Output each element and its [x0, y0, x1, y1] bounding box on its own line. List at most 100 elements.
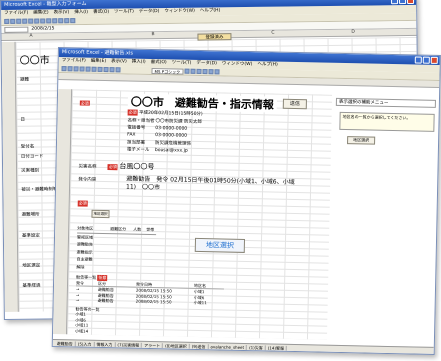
sheet-tab[interactable]: 避難勧告 [54, 340, 76, 347]
sheet-tab[interactable]: アラート [142, 342, 164, 349]
copy-icon[interactable] [34, 18, 40, 24]
bold-icon[interactable] [184, 68, 190, 74]
close-icon[interactable] [430, 56, 438, 64]
save-icon[interactable] [16, 18, 22, 24]
sheet-tab[interactable]: 情報入力 [94, 341, 116, 348]
name-box[interactable] [4, 26, 29, 33]
info-value[interactable]: bousai@xxx.jp [155, 148, 188, 154]
formula-value[interactable]: 2008/2/15 [31, 26, 54, 31]
menu-data[interactable]: データ(D) [196, 60, 217, 68]
sheet-tab[interactable]: avalanche_sheet [208, 344, 248, 351]
close-icon[interactable] [406, 0, 415, 5]
table-header-cell: 世帯 [146, 226, 155, 233]
align-icon[interactable] [202, 69, 208, 75]
menu-tools[interactable]: ツール(T) [114, 8, 134, 16]
sheet-tab[interactable]: (7)災害情報 [115, 342, 143, 348]
front-window-title: Microsoft Excel - 避難勧告.xls [61, 49, 134, 57]
send-button[interactable]: 送信 [282, 98, 307, 110]
maximize-icon[interactable] [398, 0, 407, 5]
disaster-row: 災害名称 必須 台風〇〇号 [78, 160, 154, 172]
undo-icon[interactable] [46, 18, 52, 24]
side-select-button[interactable]: 地区選択 [347, 136, 376, 145]
sum-icon[interactable] [109, 67, 115, 73]
required-tag: 必須 [79, 100, 90, 106]
menu-edit[interactable]: 編集(E) [91, 58, 107, 66]
menu-insert[interactable]: 挿入(I) [74, 9, 88, 17]
list-cell: 避難勧告 [97, 297, 114, 304]
list-cell: → [75, 297, 80, 303]
new-icon[interactable] [4, 18, 10, 24]
back-label-6: 避難場所 [21, 212, 40, 218]
menu-help[interactable]: ヘルプ(H) [257, 61, 278, 69]
font-select[interactable]: MS Pゴシック [151, 67, 184, 75]
cut-icon[interactable] [85, 66, 91, 72]
menu-view[interactable]: 表示(V) [54, 9, 70, 17]
open-icon[interactable] [10, 18, 16, 24]
menu-view[interactable]: 表示(V) [111, 58, 127, 66]
col-c[interactable]: C [271, 31, 274, 36]
menu-format[interactable]: 書式(O) [151, 59, 167, 67]
sheet-tab[interactable]: (8)地区選択 [163, 343, 190, 349]
paste-icon[interactable] [40, 18, 46, 24]
info-notes: 必須 [79, 100, 90, 106]
sheet-tab[interactable]: (1)災害 [247, 345, 266, 351]
list-cell: 2008/02/15 15:50 [135, 298, 172, 305]
minimize-icon[interactable] [414, 56, 422, 64]
info-value[interactable]: 03-0000-0000 [155, 126, 187, 132]
area-select-button[interactable]: 地区選択 [194, 237, 246, 253]
chart-icon[interactable] [70, 18, 76, 24]
front-excel-window: Microsoft Excel - 避難勧告.xls ファイル(F) 編集(E)… [51, 47, 441, 355]
col-d[interactable]: D [351, 30, 355, 35]
info-value[interactable]: 03-0000-0000 [155, 133, 187, 139]
col-b[interactable]: B [151, 32, 154, 37]
disaster-value[interactable]: 台風〇〇号 [119, 162, 154, 171]
sum-icon[interactable] [58, 18, 64, 24]
area-mini-button[interactable]: 地区選択 [91, 209, 110, 219]
maximize-icon[interactable] [422, 56, 430, 64]
copy-icon[interactable] [91, 66, 97, 72]
sort-icon[interactable] [115, 67, 121, 73]
print-icon[interactable] [79, 66, 85, 72]
sort-icon[interactable] [64, 18, 70, 24]
undo-icon[interactable] [103, 66, 109, 73]
open-icon[interactable] [67, 66, 73, 72]
registered-tab-button[interactable]: 登録済み [197, 33, 232, 41]
info-label: 電子メール [126, 147, 150, 153]
menu-window[interactable]: ウィンドウ(W) [164, 8, 195, 16]
back-window-title: Microsoft Excel - 雛型入力フォーム [4, 0, 87, 8]
new-icon[interactable] [61, 66, 67, 72]
print-icon[interactable] [22, 18, 28, 24]
paste-icon[interactable] [97, 66, 103, 72]
sheet-tab[interactable]: (14)警報 [265, 345, 288, 351]
back-label-2: 受付名 [20, 144, 35, 150]
list-header-cell: 区分 [98, 280, 107, 286]
back-label-8: 地区選定 [22, 263, 41, 269]
content-label: 発令内容 [78, 177, 97, 183]
col-a[interactable]: A [29, 34, 32, 39]
fill-color-icon[interactable] [208, 69, 214, 75]
cut-icon[interactable] [28, 18, 34, 24]
menu-help[interactable]: ヘルプ(H) [200, 7, 221, 15]
menu-format[interactable]: 書式(O) [93, 9, 109, 17]
back-label-0: 避難 [19, 77, 30, 83]
menu-file[interactable]: ファイル(F) [4, 10, 28, 18]
required-tag: 必須 [77, 200, 88, 207]
menu-edit[interactable]: 編集(E) [33, 9, 48, 17]
sheet-tabs: 避難勧告 (5)入力 情報入力 (7)災害情報 アラート (8)地区選択 (9)送信 aval… [52, 338, 434, 354]
sheet-tab[interactable]: (9)送信 [189, 343, 209, 350]
menu-insert[interactable]: 挿入(I) [132, 59, 146, 67]
font-color-icon[interactable] [214, 69, 220, 75]
underline-icon[interactable] [196, 68, 202, 75]
italic-icon[interactable] [190, 68, 196, 74]
info-value[interactable]: 防災課危機管理係 [155, 141, 191, 147]
save-icon[interactable] [73, 66, 79, 72]
menu-tools[interactable]: ツール(T) [172, 59, 192, 67]
minimize-icon[interactable] [390, 0, 399, 5]
menu-data[interactable]: データ(D) [139, 8, 160, 16]
table-header-cell: 人数 [133, 226, 142, 232]
info-value[interactable]: 〇〇市防災課 防災太郎 [155, 119, 202, 125]
redo-icon[interactable] [52, 18, 58, 24]
menu-file[interactable]: ファイル(F) [62, 57, 86, 66]
sheet-tab[interactable]: (5)入力 [75, 341, 95, 347]
menu-window[interactable]: ウィンドウ(W) [222, 60, 253, 69]
